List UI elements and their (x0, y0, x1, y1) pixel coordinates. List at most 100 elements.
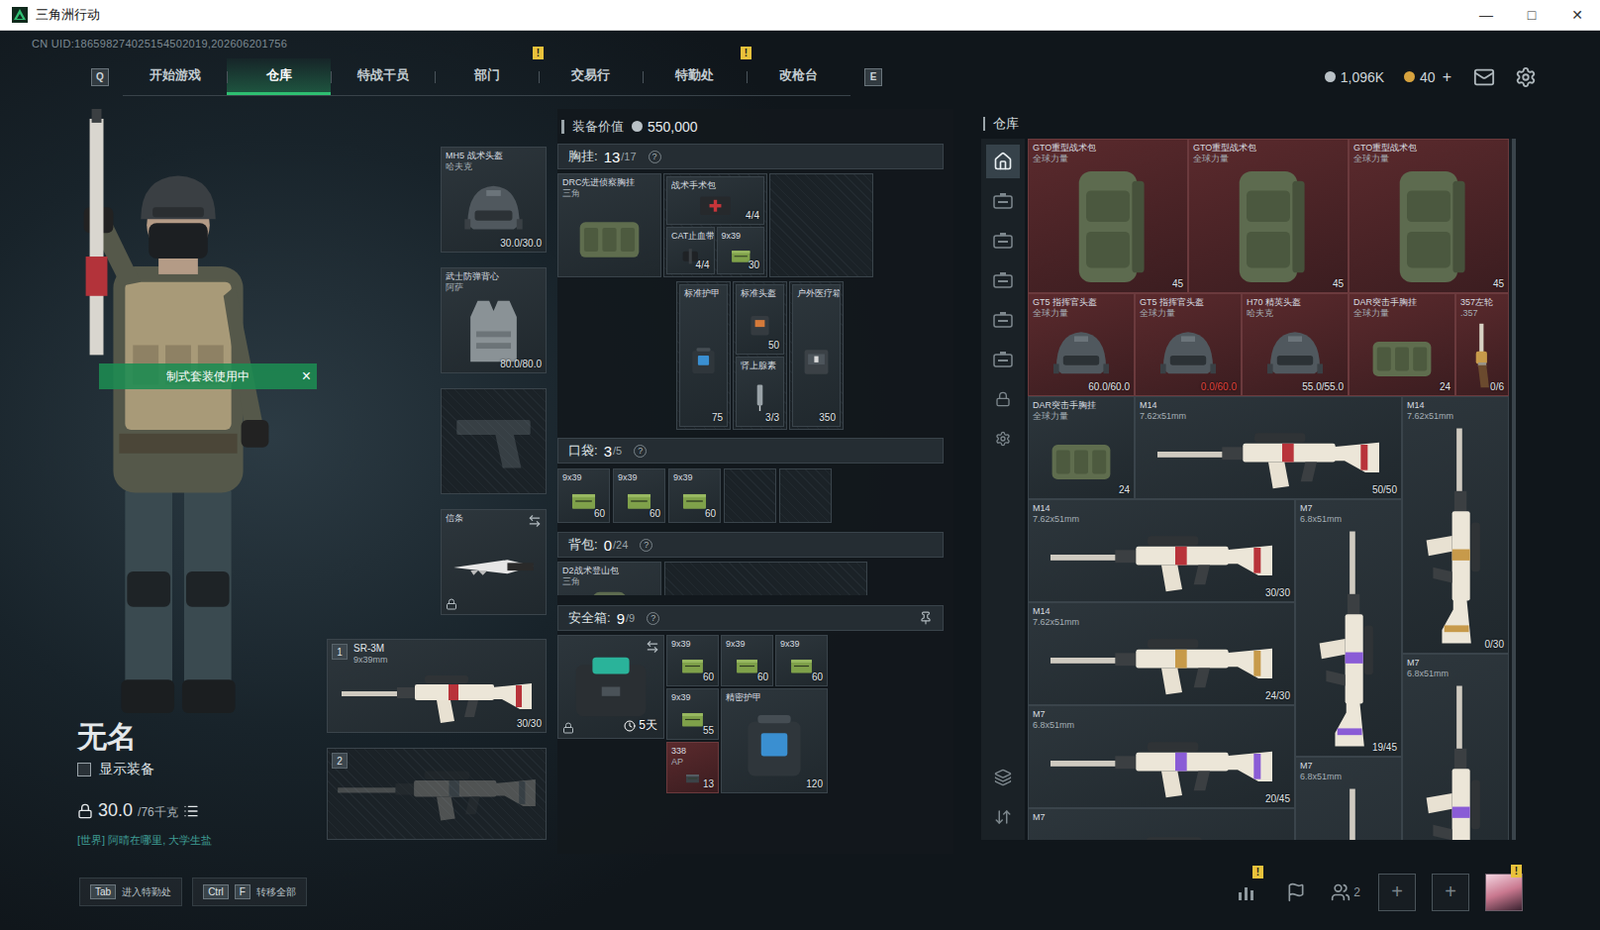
pin-button[interactable] (918, 610, 933, 625)
warehouse-tab[interactable] (986, 800, 1020, 834)
item-tile[interactable]: 9x3930 (716, 226, 766, 276)
nav-next-key[interactable]: E (864, 68, 883, 87)
backpack[interactable]: D2战术登山包三角 (557, 561, 662, 596)
hotkey-button[interactable]: CtrlF转移全部 (192, 877, 307, 906)
item-tile[interactable]: 9x3960 (666, 634, 719, 687)
banner-close-button[interactable]: × (301, 367, 311, 386)
section-label: 安全箱: (568, 608, 611, 627)
gear-slot[interactable]: MH5 战术头盔哈夫克30.0/30.0 (440, 146, 547, 253)
warehouse-item[interactable]: M76.8x51mm (1295, 756, 1402, 840)
item-tile[interactable]: 户外医疗箱350 (792, 284, 841, 427)
warehouse: 仓库GTO重型战术包全球力量45GTO重型战术包全球力量45GTO重型战术包全球… (981, 108, 1516, 854)
help-button[interactable]: ? (648, 150, 662, 164)
warehouse-item[interactable]: 357左轮.3570/6 (1455, 293, 1509, 397)
nav-prev-key[interactable]: Q (91, 68, 109, 87)
party-slot[interactable]: + (1431, 873, 1470, 911)
warehouse-tab[interactable] (986, 382, 1020, 416)
warehouse-tab[interactable] (986, 302, 1020, 337)
warehouse-tab[interactable] (986, 342, 1020, 377)
warehouse-tab[interactable] (986, 263, 1020, 298)
flag-button[interactable] (1279, 875, 1313, 909)
item-tile[interactable]: 标准头盔50 (735, 284, 785, 355)
pocket-slot[interactable] (779, 468, 832, 523)
warehouse-item[interactable]: DAR突击手胸挂全球力量24 (1348, 293, 1456, 397)
pocket-slot[interactable]: 9x3960 (612, 468, 666, 523)
party-slot[interactable]: + (1378, 873, 1416, 911)
item-tile[interactable]: 9x3960 (775, 634, 828, 687)
warehouse-item[interactable]: M76.8x51mm20/45 (1027, 704, 1296, 808)
item-art (1246, 318, 1344, 393)
item-tile[interactable]: 战术手术包4/4 (666, 176, 765, 225)
warehouse-item[interactable]: DAR突击手胸挂全球力量24 (1027, 396, 1135, 500)
item-tile[interactable]: 9x3955 (666, 688, 719, 740)
hotkey-button[interactable]: Tab进入特勤处 (79, 877, 183, 906)
window-control-button[interactable]: □ (1508, 0, 1555, 30)
show-gear-toggle[interactable]: 显示装备 (77, 760, 327, 779)
help-button[interactable]: ? (639, 538, 653, 552)
item-tile[interactable]: 338AP13 (666, 741, 719, 794)
nav-tab[interactable]: 改枪台 (746, 58, 851, 96)
item-tile[interactable]: 精密护甲120 (720, 688, 828, 794)
friends-button[interactable]: 2 (1328, 875, 1363, 909)
player-avatar[interactable]: ! (1485, 873, 1523, 911)
warehouse-item[interactable]: GT5 指挥官头盔全球力量0.0/60.0 (1134, 293, 1242, 397)
warehouse-item[interactable]: M76.8x51mm (1401, 653, 1509, 840)
item-tile[interactable]: 肾上腺素3/3 (735, 356, 785, 427)
gear-slot[interactable]: 信条 (440, 508, 547, 615)
mail-button[interactable] (1473, 66, 1496, 89)
item-tile[interactable]: 标准护甲75 (679, 284, 728, 427)
add-currency-button[interactable]: + (1440, 68, 1454, 87)
section-count: 3 (603, 442, 612, 460)
lock-icon (562, 721, 575, 734)
warehouse-item[interactable]: M7 (1027, 807, 1296, 840)
help-button[interactable]: ? (633, 444, 647, 458)
warehouse-item[interactable]: M147.62x51mm30/30 (1027, 499, 1296, 602)
warehouse-tab[interactable] (986, 421, 1020, 456)
item-subtitle: 阿萨 (445, 282, 542, 294)
gear-slot[interactable] (440, 388, 547, 495)
weapon-slot[interactable]: 2 (326, 747, 547, 840)
rig-container: 战术手术包4/4CAT止血带4/49x3930 (663, 173, 768, 278)
nav-tab[interactable]: 特战干员 (330, 58, 435, 96)
pocket-slot[interactable] (723, 468, 777, 523)
checkbox[interactable] (77, 762, 92, 777)
item-value: 30.0/30.0 (500, 237, 542, 250)
warehouse-tab[interactable] (986, 760, 1020, 795)
window-control-button[interactable]: ✕ (1554, 0, 1600, 30)
pocket-slot[interactable]: 9x3960 (557, 468, 610, 523)
armorkit-icon (727, 704, 821, 788)
settings-button[interactable] (1514, 66, 1537, 89)
warehouse-tab[interactable] (986, 223, 1020, 258)
warehouse-tab[interactable] (986, 184, 1020, 218)
weapon-slot[interactable]: 1SR-3M9x39mm30/30 (326, 638, 547, 733)
item-tile[interactable]: 9x3960 (720, 634, 774, 687)
safe-case[interactable]: 5天 (557, 634, 665, 739)
warehouse-item[interactable]: GTO重型战术包全球力量45 (1027, 138, 1189, 294)
pocket-slot[interactable]: 9x3960 (668, 468, 721, 523)
nav-tab[interactable]: 部门! (434, 58, 539, 96)
warehouse-item[interactable]: M147.62x51mm24/30 (1027, 601, 1296, 705)
warehouse-item[interactable]: H70 精英头盔哈夫克55.0/55.0 (1241, 293, 1349, 397)
warehouse-tab[interactable] (986, 144, 1020, 179)
warehouse-item[interactable]: GTO重型战术包全球力量45 (1188, 138, 1349, 294)
window-control-button[interactable]: — (1463, 0, 1509, 30)
item-tile[interactable]: CAT止血带4/4 (666, 226, 715, 276)
warehouse-item[interactable]: M147.62x51mm0/30 (1401, 396, 1509, 654)
swap-button[interactable] (645, 639, 660, 654)
player-name: 无名 (77, 718, 327, 755)
warehouse-item[interactable]: M147.62x51mm50/50 (1134, 396, 1402, 500)
warehouse-item[interactable]: GT5 指挥官头盔全球力量60.0/60.0 (1027, 293, 1135, 397)
medbox-icon (799, 300, 834, 421)
nav-tab[interactable]: 特勤处! (642, 58, 747, 96)
stats-button[interactable]: ! (1229, 875, 1264, 909)
rifle-icon (1034, 732, 1289, 802)
nav-tab[interactable]: 仓库 (226, 58, 331, 96)
nav-tab[interactable]: 开始游戏 (122, 58, 227, 96)
warehouse-item[interactable]: GTO重型战术包全球力量45 (1348, 138, 1509, 294)
warehouse-item[interactable]: M76.8x51mm19/45 (1295, 499, 1402, 757)
chest-rig[interactable]: DRC先进侦察胸挂三角 (557, 173, 662, 278)
swap-button[interactable] (527, 513, 542, 528)
gear-slot[interactable]: 武士防弹背心阿萨80.0/80.0 (440, 267, 547, 374)
nav-tab[interactable]: 交易行 (538, 58, 643, 96)
help-button[interactable]: ? (646, 611, 660, 625)
